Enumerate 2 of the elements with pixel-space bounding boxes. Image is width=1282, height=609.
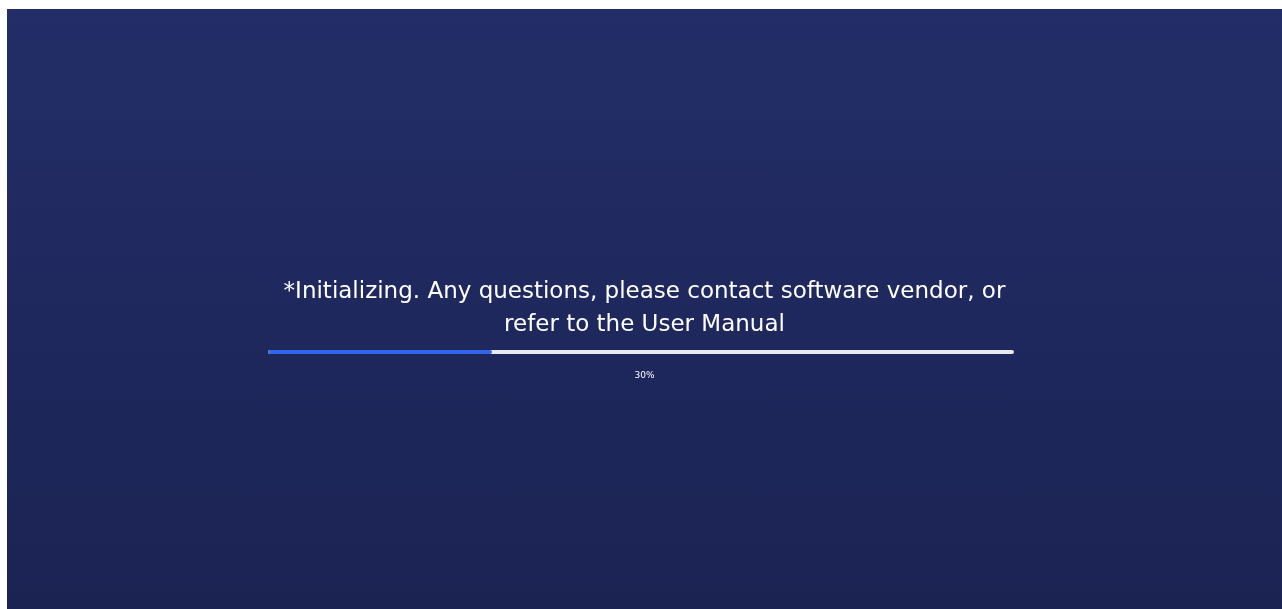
status-message: *Initializing. Any questions, please contact software vendor, or refer to the User Manual [282,276,1007,338]
progress-percent: 30% [634,370,655,380]
